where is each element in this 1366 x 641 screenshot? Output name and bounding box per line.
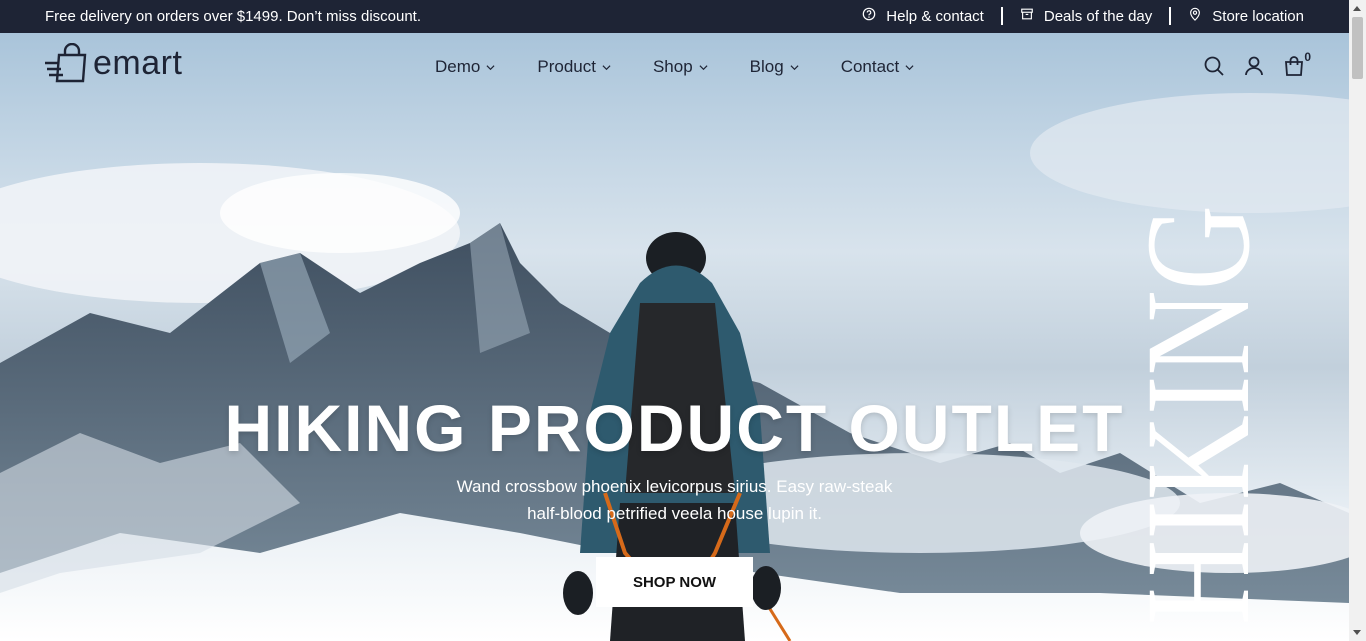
scrollbar-thumb[interactable] (1352, 17, 1363, 79)
store-location-link[interactable]: Store location (1188, 7, 1304, 25)
topbar-links: Help & contact Deals of the day Store lo… (862, 7, 1304, 25)
search-icon[interactable] (1203, 55, 1225, 77)
nav-item-label: Contact (840, 57, 900, 76)
nav-item-blog[interactable]: Blog (750, 57, 799, 77)
page-scrollbar[interactable] (1349, 0, 1366, 641)
help-contact-link[interactable]: Help & contact (862, 7, 984, 25)
hero-subtitle: Wand crossbow phoenix levicorpus sirius.… (456, 477, 893, 523)
site-header: emart Demo Product Shop Blog Contact 0 (0, 33, 1349, 103)
nav-item-product[interactable]: Product (537, 57, 611, 77)
nav-item-label: Demo (435, 57, 481, 76)
logo-wordmark: emart (93, 44, 183, 82)
archive-icon (1020, 7, 1034, 25)
promo-text: Free delivery on orders over $1499. Don’… (45, 8, 422, 25)
main-navigation: Demo Product Shop Blog Contact (435, 57, 956, 77)
shop-now-button[interactable]: SHOP NOW (596, 557, 753, 607)
nav-item-label: Shop (652, 57, 693, 76)
shopping-bag-icon (1285, 56, 1303, 76)
chevron-down-icon (790, 64, 799, 70)
deals-of-the-day-link[interactable]: Deals of the day (1020, 7, 1152, 25)
chevron-down-icon (905, 64, 914, 70)
nav-item-shop[interactable]: Shop (653, 57, 708, 77)
help-circle-icon (862, 7, 876, 25)
map-pin-icon (1188, 7, 1202, 25)
divider (1169, 7, 1172, 25)
nav-item-label: Product (537, 57, 596, 76)
deals-of-the-day-label: Deals of the day (1043, 7, 1153, 25)
header-actions: 0 (1203, 50, 1311, 77)
cart-count-badge: 0 (1304, 50, 1311, 64)
vertical-hiking-text: HIKING (1120, 205, 1260, 625)
chevron-down-icon (602, 64, 611, 70)
store-location-label: Store location (1212, 7, 1304, 25)
help-contact-label: Help & contact (886, 7, 984, 25)
nav-item-contact[interactable]: Contact (841, 57, 915, 77)
user-account-icon[interactable] (1243, 55, 1265, 77)
scroll-up-arrow-icon[interactable] (1353, 6, 1361, 11)
divider (1000, 7, 1003, 25)
cart-button[interactable]: 0 (1283, 50, 1311, 77)
top-announcement-bar: Free delivery on orders over $1499. Don’… (0, 0, 1349, 33)
nav-item-demo[interactable]: Demo (435, 57, 495, 77)
chevron-down-icon (699, 64, 708, 70)
chevron-down-icon (486, 64, 495, 70)
shopping-bag-logo-icon (45, 43, 87, 83)
nav-item-label: Blog (749, 57, 784, 76)
site-logo[interactable]: emart (45, 43, 182, 83)
scroll-down-arrow-icon[interactable] (1353, 630, 1361, 635)
hero-vertical-text: HIKING (1120, 205, 1260, 625)
